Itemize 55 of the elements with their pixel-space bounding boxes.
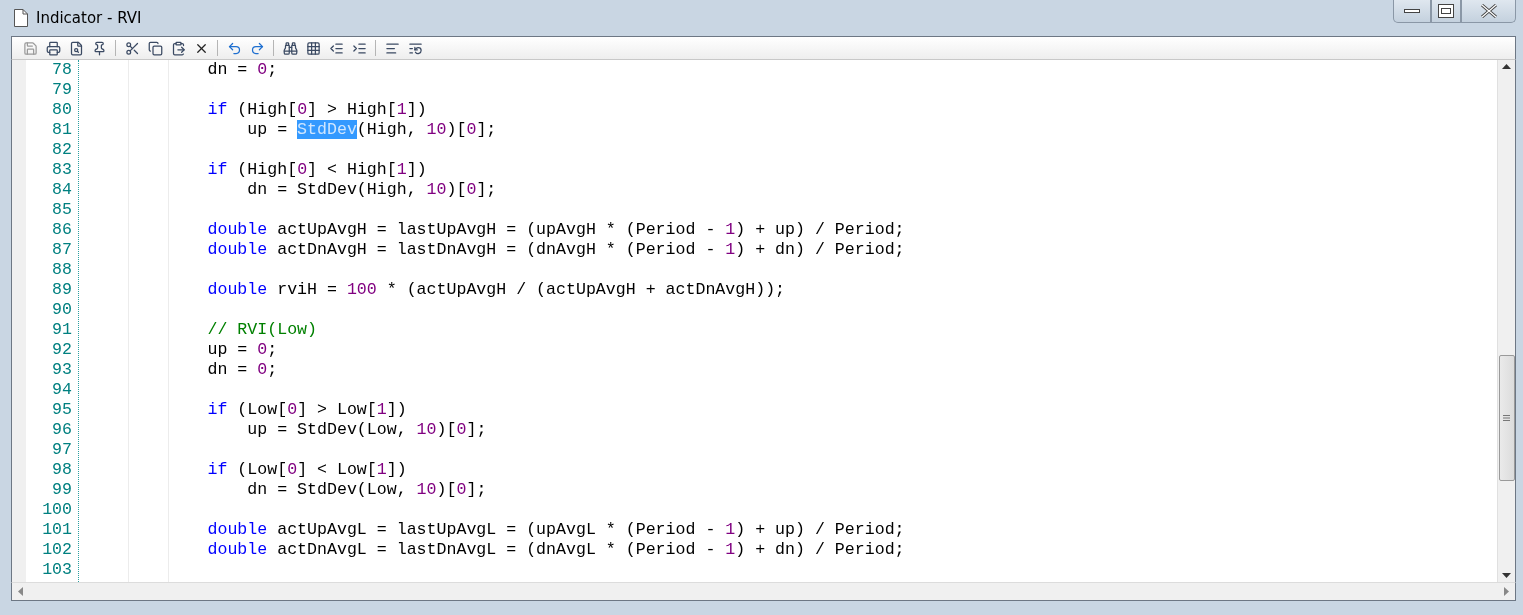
code-line: dn = StdDev(Low, 10)[0]; (246, 480, 488, 500)
line-number: 99 (51, 480, 73, 500)
code-line: if (High[0] < High[1]) (206, 160, 428, 180)
line-number: 87 (51, 240, 73, 260)
code-line: dn = StdDev(High, 10)[0]; (246, 180, 498, 200)
line-number: 78 (51, 60, 73, 80)
maximize-button[interactable] (1431, 0, 1461, 23)
code-line: double actDnAvgL = lastDnAvgL = (dnAvgL * (Period - 1) + dn) / Period; (206, 540, 906, 560)
code-line: up = 0; (206, 340, 279, 360)
line-number: 92 (51, 340, 73, 360)
code-line: double actUpAvgL = lastUpAvgL = (upAvgL * (Period - 1) + up) / Period; (206, 520, 906, 540)
close-icon (1479, 4, 1498, 18)
line-number: 80 (51, 100, 73, 120)
code-line: if (Low[0] > Low[1]) (206, 400, 408, 420)
line-number: 93 (51, 360, 73, 380)
scroll-left-icon[interactable] (18, 587, 23, 596)
line-number: 89 (51, 280, 73, 300)
code-line: if (High[0] > High[1]) (206, 100, 428, 120)
line-number: 79 (51, 80, 73, 100)
line-number: 97 (51, 440, 73, 460)
scroll-down-icon[interactable] (1502, 573, 1511, 578)
line-number: 100 (41, 500, 73, 520)
line-number: 88 (51, 260, 73, 280)
line-number: 103 (41, 560, 73, 580)
code-line: up = StdDev(Low, 10)[0]; (246, 420, 488, 440)
scroll-right-icon[interactable] (1504, 587, 1509, 596)
line-number: 86 (51, 220, 73, 240)
close-button[interactable] (1461, 0, 1516, 23)
code-line: dn = 0; (206, 360, 279, 380)
line-number: 94 (51, 380, 73, 400)
code-line: double rviH = 100 * (actUpAvgH / (actUpAvgH + actDnAvgH)); (206, 280, 787, 300)
code-line: if (Low[0] < Low[1]) (206, 460, 408, 480)
scrollbar-thumb[interactable] (1498, 355, 1515, 481)
code-line: dn = 0; (206, 60, 279, 80)
line-number: 95 (51, 400, 73, 420)
window-title: Indicator - RVI (36, 9, 142, 27)
line-number: 90 (51, 300, 73, 320)
scroll-up-icon[interactable] (1502, 64, 1511, 69)
line-number: 81 (51, 120, 73, 140)
code-line: double actUpAvgH = lastUpAvgH = (upAvgH * (Period - 1) + up) / Period; (206, 220, 906, 240)
line-number: 101 (41, 520, 73, 540)
line-number: 83 (51, 160, 73, 180)
line-number: 85 (51, 200, 73, 220)
line-number: 82 (51, 140, 73, 160)
line-number: 102 (41, 540, 73, 560)
code-line: double actDnAvgH = lastDnAvgH = (dnAvgH * (Period - 1) + dn) / Period; (206, 240, 906, 260)
line-number: 98 (51, 460, 73, 480)
maximize-icon (1438, 4, 1454, 18)
minimize-icon (1404, 8, 1420, 14)
line-number: 96 (51, 420, 73, 440)
minimize-button[interactable] (1393, 0, 1431, 23)
line-number: 91 (51, 320, 73, 340)
document-icon (14, 9, 28, 27)
line-number: 84 (51, 180, 73, 200)
code-line: // RVI(Low) (206, 320, 319, 340)
